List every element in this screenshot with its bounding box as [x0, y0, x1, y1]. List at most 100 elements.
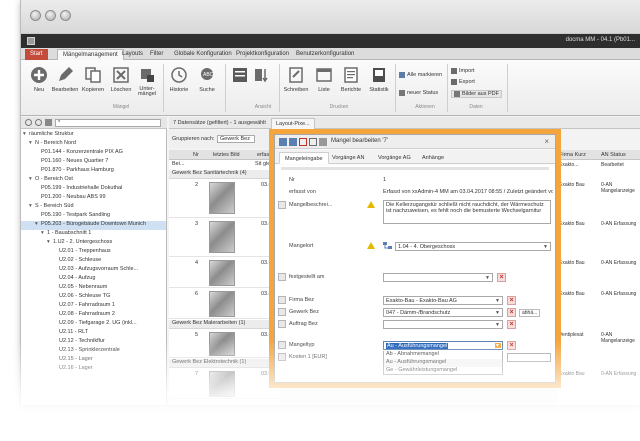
filter-icon[interactable]: [45, 119, 52, 126]
dropdown-option[interactable]: Ab - Abnahmemangel: [383, 351, 503, 359]
tab-projektkonfiguration[interactable]: Projektkonfiguration: [231, 49, 294, 60]
statistik-button[interactable]: Statistik: [365, 66, 393, 93]
chevron-down-icon[interactable]: ▼: [495, 322, 501, 328]
edit-pencil-icon[interactable]: [278, 353, 286, 361]
edit-pencil-icon[interactable]: [278, 296, 286, 304]
berichte-button[interactable]: Berichte: [337, 66, 365, 93]
ansicht-list-button[interactable]: [229, 66, 251, 87]
table-row[interactable]: 3 03.0: [169, 219, 281, 257]
tree-node[interactable]: U2.16 - Lager: [21, 365, 93, 374]
filter-cell[interactable]: Bearbeitet: [601, 162, 624, 168]
liste-button[interactable]: Liste: [311, 66, 337, 93]
clear-x-icon[interactable]: ×: [507, 308, 516, 317]
window-maximize-button[interactable]: [60, 10, 71, 21]
form-scrollbar[interactable]: [281, 167, 549, 170]
chevron-down-icon[interactable]: ▼: [495, 298, 501, 304]
dropdown-option[interactable]: Ge - Gewährleistungsmangel: [383, 367, 503, 375]
ansicht-sort-button[interactable]: [251, 66, 273, 87]
tree-node[interactable]: ▾ N - Bereich Nord: [21, 140, 76, 149]
tree-node[interactable]: ▾ 1 - Bauabschnitt 1: [21, 230, 91, 239]
festgestellt-date-input[interactable]: ▼: [383, 273, 493, 282]
tab-vorgaenge-ag[interactable]: Vorgänge AG: [373, 152, 416, 164]
tab-filter[interactable]: Filter: [145, 49, 168, 60]
tree-node[interactable]: P01.870 - Parkhaus Hamburg: [21, 167, 114, 176]
group-header[interactable]: Gewerk Bez Sanitärtechnik (4): [169, 170, 281, 179]
chevron-down-icon[interactable]: ▼: [485, 275, 491, 281]
kosten-input[interactable]: [507, 353, 551, 362]
tree-node[interactable]: P05.199 - Industriehalle Dokuthal: [21, 185, 122, 194]
tab-layouts[interactable]: Layouts: [117, 49, 148, 60]
column-erfasst[interactable]: erfass: [257, 152, 272, 158]
clear-x-icon[interactable]: ×: [507, 320, 516, 329]
tree-node[interactable]: U2.02 - Schleuse: [21, 257, 101, 266]
location-tree-icon[interactable]: [383, 241, 393, 251]
column-letztes-bild[interactable]: letztes Bild: [213, 152, 240, 158]
edit-pencil-icon[interactable]: [278, 341, 286, 349]
tab-vorgaenge-an[interactable]: Vorgänge AN: [327, 152, 369, 164]
tab-anhaenge[interactable]: Anhänge: [417, 152, 449, 164]
table-row[interactable]: 4 03.0: [169, 258, 281, 288]
close-icon[interactable]: ×: [544, 137, 549, 146]
bilder-aus-pdf-button[interactable]: Bilder aus PDF: [451, 90, 502, 98]
table-row[interactable]: 5 03.0: [169, 330, 281, 358]
tree-node[interactable]: ▾ O - Bereich Ost: [21, 176, 73, 185]
column-nr[interactable]: Nr: [193, 152, 199, 158]
group-header[interactable]: Gewerk Bez Malerarbeiten (1): [169, 320, 281, 329]
suche-button[interactable]: ABC Suche: [193, 66, 221, 93]
edit-pencil-icon[interactable]: [278, 308, 286, 316]
tab-mangeleingabe[interactable]: Mangeleingabe: [279, 152, 329, 164]
search-icon[interactable]: [35, 119, 42, 126]
chevron-down-icon[interactable]: ▼: [495, 343, 501, 349]
tree-node[interactable]: U2.01 - Treppenhaus: [21, 248, 111, 257]
tree-node[interactable]: ▾ S - Bereich Süd: [21, 203, 74, 212]
tree-node[interactable]: U2.07 - Fahrradraum 1: [21, 302, 115, 311]
tree-node[interactable]: U2.03 - Aufzugsvorraum Schle...: [21, 266, 138, 275]
tab-benutzerkonfiguration[interactable]: Benutzerkonfiguration: [291, 49, 359, 60]
tree-node[interactable]: P01.200 - Neubau ABS 99: [21, 194, 106, 203]
filter-cell[interactable]: Bei...: [172, 161, 185, 167]
tree-node[interactable]: U2.04 - Aufzug: [21, 275, 95, 284]
chevron-down-icon[interactable]: ▼: [543, 244, 549, 250]
edit-pencil-icon[interactable]: [278, 320, 286, 328]
tree-node-selected[interactable]: ▾ P05.203 - Bürogebäude Downtown Munich: [21, 221, 166, 230]
edit-pencil-icon[interactable]: [278, 201, 286, 209]
tree-node[interactable]: P05.190 - Testpark Sandling: [21, 212, 110, 221]
attach-icon[interactable]: [319, 138, 327, 146]
tree-node[interactable]: U2.09 - Tiefgarage 2. UG (inkl...: [21, 320, 137, 329]
column-firma-kurz[interactable]: Firma Kurz: [559, 152, 586, 158]
export-button[interactable]: Export: [451, 79, 475, 85]
print-icon[interactable]: [309, 138, 317, 146]
tree-node[interactable]: U2.13 - Sprinklerzentrale: [21, 347, 120, 356]
tree-node[interactable]: U2.06 - Schleuse TG: [21, 293, 110, 302]
filter-cell[interactable]: Exakto...: [559, 162, 578, 168]
tab-maengelmanagement[interactable]: Mängelmanagement: [57, 49, 124, 60]
save-close-icon[interactable]: [289, 138, 297, 146]
tree-node[interactable]: P01.144 - Konzerzentrale PIX AG: [21, 149, 123, 158]
tree-node[interactable]: U2.12 - Technikflur: [21, 338, 105, 347]
group-by-select[interactable]: Gewerk Bez: [217, 135, 255, 143]
clear-x-icon[interactable]: ×: [497, 273, 506, 282]
chevron-down-icon[interactable]: ▼: [495, 310, 501, 316]
cancel-icon[interactable]: [299, 138, 307, 146]
edit-pencil-icon[interactable]: [278, 273, 286, 281]
abhaengig-button[interactable]: abhä...: [519, 309, 541, 317]
untermaengel-button[interactable]: Unter- mängel: [133, 66, 161, 97]
filter-cell[interactable]: Sit gleic: [255, 161, 274, 167]
tree-node[interactable]: U2.08 - Fahrradraum 2: [21, 311, 115, 320]
mangeltyp-select[interactable]: Au - Ausführungsmangel ▼: [383, 341, 503, 350]
tab-globale-konfiguration[interactable]: Globale Konfiguration: [169, 49, 237, 60]
clear-x-icon[interactable]: ×: [507, 296, 516, 305]
tree-search-input[interactable]: *: [55, 119, 161, 127]
dropdown-option-selected[interactable]: Au - Ausführungsmangel: [383, 359, 503, 367]
tab-start[interactable]: Start: [25, 49, 48, 60]
firma-select[interactable]: Exakto-Bau - Exakto-Bau AG ▼: [383, 296, 503, 305]
window-close-button[interactable]: [30, 10, 41, 21]
tree-node[interactable]: P01.160 - Neues Quartier 7: [21, 158, 108, 167]
group-header[interactable]: Gewerk Bez Elektrotechnik (1): [169, 359, 281, 368]
tree-node[interactable]: ▾ räumliche Struktur: [21, 131, 74, 140]
table-row[interactable]: 2 03.0: [169, 180, 281, 218]
tree-node[interactable]: ▾ 1.U2 - 2. Untergeschoss: [21, 239, 112, 248]
window-minimize-button[interactable]: [45, 10, 56, 21]
tree-node[interactable]: U2.11 - RLT: [21, 329, 88, 338]
import-button[interactable]: Import: [451, 68, 475, 74]
